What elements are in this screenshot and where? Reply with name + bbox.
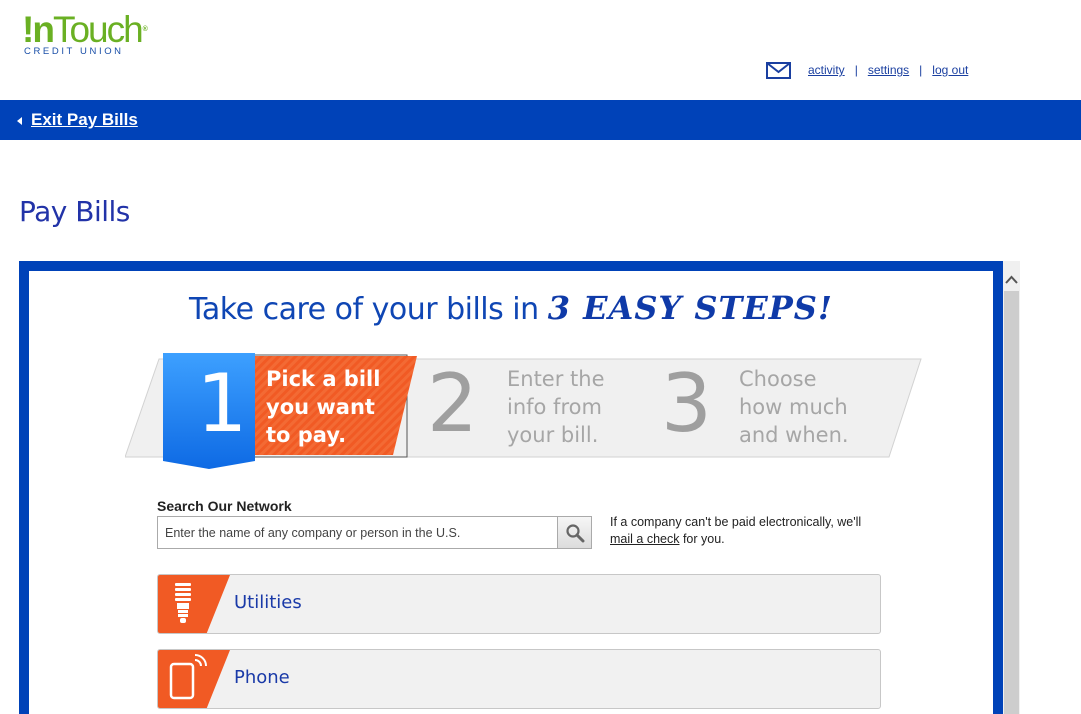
page-title: Pay Bills <box>19 195 130 228</box>
phone-icon <box>158 650 230 708</box>
exit-pay-bills-link[interactable]: Exit Pay Bills <box>17 110 138 130</box>
search-note: If a company can't be paid electronicall… <box>610 515 862 546</box>
scroll-up-button[interactable] <box>1003 261 1020 291</box>
search-icon <box>565 523 584 542</box>
separator: | <box>919 63 923 77</box>
logout-link[interactable]: log out <box>932 63 968 77</box>
mail-icon[interactable] <box>766 61 791 79</box>
category-utilities[interactable]: Utilities <box>157 574 881 634</box>
search-label: Search Our Network <box>157 498 292 514</box>
search-button[interactable] <box>557 517 591 548</box>
promo-headline: Take care of your bills in 3 EASY STEPS! <box>29 289 993 327</box>
intouch-logo[interactable]: !nTouch® CREDIT UNION <box>22 9 162 62</box>
category-label: Phone <box>234 667 290 688</box>
step-1-number: 1 <box>196 357 248 450</box>
search-input[interactable] <box>158 517 557 548</box>
top-links: activity | settings | log out <box>766 60 968 80</box>
caret-left-icon <box>17 117 22 125</box>
step-3-text: Choose how much and when. <box>739 367 849 447</box>
step-2-number: 2 <box>427 357 478 450</box>
logo-wordmark: !nTouch® <box>22 9 148 50</box>
steps-banner: 1 Pick a bill you want to pay. 2 Enter t… <box>125 351 925 471</box>
step-2-text: Enter the info from your bill. <box>507 367 605 447</box>
mail-a-check-link[interactable]: mail a check <box>610 532 679 546</box>
nav-bar: Exit Pay Bills <box>0 100 1081 140</box>
headline-emphasis: 3 EASY STEPS! <box>547 289 833 327</box>
settings-link[interactable]: settings <box>868 63 909 77</box>
headline-prefix: Take care of your bills in <box>189 292 539 327</box>
activity-link[interactable]: activity <box>808 63 845 77</box>
exit-label: Exit Pay Bills <box>31 110 138 129</box>
category-phone[interactable]: Phone <box>157 649 881 709</box>
category-label: Utilities <box>234 592 302 613</box>
step-3-number: 3 <box>661 357 712 450</box>
scroll-thumb[interactable] <box>1004 291 1019 714</box>
paybills-frame: Take care of your bills in 3 EASY STEPS! <box>19 261 1003 714</box>
separator: | <box>854 63 858 77</box>
scrollbar[interactable] <box>1003 261 1020 714</box>
step-1-text: Pick a bill you want to pay. <box>266 367 381 447</box>
search-box <box>157 516 592 549</box>
lightbulb-icon <box>158 575 230 633</box>
chevron-up-icon <box>1005 275 1018 284</box>
header: !nTouch® CREDIT UNION activity | setting… <box>0 0 1081 100</box>
